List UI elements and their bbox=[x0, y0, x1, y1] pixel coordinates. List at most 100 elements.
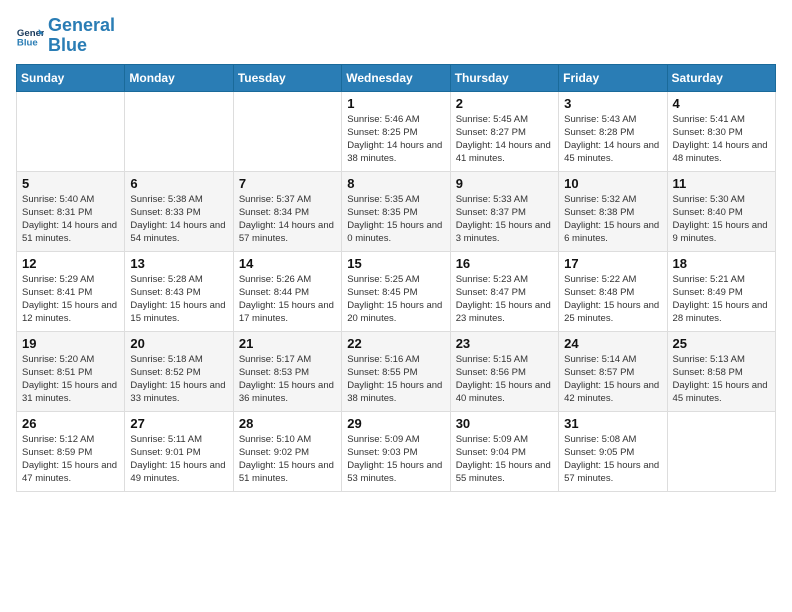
calendar-cell: 8Sunrise: 5:35 AM Sunset: 8:35 PM Daylig… bbox=[342, 171, 450, 251]
cell-info: Sunrise: 5:26 AM Sunset: 8:44 PM Dayligh… bbox=[239, 273, 336, 326]
calendar-cell: 9 Sunrise: 5:33 AM Sunset: 8:37 PM Daylig… bbox=[450, 171, 558, 251]
calendar-cell: 6 Sunrise: 5:38 AM Sunset: 8:33 PM Daylig… bbox=[125, 171, 233, 251]
calendar-week-row: 26 Sunrise: 5:12 AM Sunset: 8:59 PM Dayli… bbox=[17, 411, 776, 491]
calendar-cell: 27 Sunrise: 5:11 AM Sunset: 9:01 PM Dayli… bbox=[125, 411, 233, 491]
day-number: 19 bbox=[22, 336, 119, 351]
calendar-cell: 7 Sunrise: 5:37 AM Sunset: 8:34 PM Daylig… bbox=[233, 171, 341, 251]
calendar-cell: 4 Sunrise: 5:41 AM Sunset: 8:30 PM Daylig… bbox=[667, 91, 775, 171]
calendar-cell bbox=[17, 91, 125, 171]
calendar-cell: 23Sunrise: 5:15 AM Sunset: 8:56 PM Dayli… bbox=[450, 331, 558, 411]
cell-info: Sunrise: 5:37 AM Sunset: 8:34 PM Dayligh… bbox=[239, 193, 336, 246]
calendar-header-row: SundayMondayTuesdayWednesdayThursdayFrid… bbox=[17, 64, 776, 91]
day-number: 5 bbox=[22, 176, 119, 191]
calendar-cell: 24Sunrise: 5:14 AM Sunset: 8:57 PM Dayli… bbox=[559, 331, 667, 411]
calendar-cell: 5 Sunrise: 5:40 AM Sunset: 8:31 PM Daylig… bbox=[17, 171, 125, 251]
cell-info: Sunrise: 5:08 AM Sunset: 9:05 PM Dayligh… bbox=[564, 433, 661, 486]
day-number: 15 bbox=[347, 256, 444, 271]
day-number: 20 bbox=[130, 336, 227, 351]
calendar-week-row: 12 Sunrise: 5:29 AM Sunset: 8:41 PM Dayli… bbox=[17, 251, 776, 331]
calendar-cell: 19 Sunrise: 5:20 AM Sunset: 8:51 PM Dayli… bbox=[17, 331, 125, 411]
day-number: 7 bbox=[239, 176, 336, 191]
calendar-cell: 13 Sunrise: 5:28 AM Sunset: 8:43 PM Dayli… bbox=[125, 251, 233, 331]
cell-info: Sunrise: 5:21 AM Sunset: 8:49 PM Dayligh… bbox=[673, 273, 770, 326]
day-number: 27 bbox=[130, 416, 227, 431]
calendar-cell: 18 Sunrise: 5:21 AM Sunset: 8:49 PM Dayli… bbox=[667, 251, 775, 331]
weekday-header: Sunday bbox=[17, 64, 125, 91]
cell-info: Sunrise: 5:10 AM Sunset: 9:02 PM Dayligh… bbox=[239, 433, 336, 486]
day-number: 16 bbox=[456, 256, 553, 271]
cell-info: Sunrise: 5:20 AM Sunset: 8:51 PM Dayligh… bbox=[22, 353, 119, 406]
cell-info: Sunrise: 5:41 AM Sunset: 8:30 PM Dayligh… bbox=[673, 113, 770, 166]
day-number: 14 bbox=[239, 256, 336, 271]
calendar-cell: 1 Sunrise: 5:46 AM Sunset: 8:25 PM Daylig… bbox=[342, 91, 450, 171]
cell-info: Sunrise: 5:09 AM Sunset: 9:03 PM Dayligh… bbox=[347, 433, 444, 486]
calendar-cell: 3 Sunrise: 5:43 AM Sunset: 8:28 PM Daylig… bbox=[559, 91, 667, 171]
day-number: 9 bbox=[456, 176, 553, 191]
cell-info: Sunrise: 5:28 AM Sunset: 8:43 PM Dayligh… bbox=[130, 273, 227, 326]
day-number: 23 bbox=[456, 336, 553, 351]
day-number: 11 bbox=[673, 176, 770, 191]
cell-info: Sunrise: 5:22 AM Sunset: 8:48 PM Dayligh… bbox=[564, 273, 661, 326]
cell-info: Sunrise: 5:13 AM Sunset: 8:58 PM Dayligh… bbox=[673, 353, 770, 406]
day-number: 2 bbox=[456, 96, 553, 111]
cell-info: Sunrise: 5:33 AM Sunset: 8:37 PM Dayligh… bbox=[456, 193, 553, 246]
cell-info: Sunrise: 5:40 AM Sunset: 8:31 PM Dayligh… bbox=[22, 193, 119, 246]
day-number: 6 bbox=[130, 176, 227, 191]
calendar-cell: 28 Sunrise: 5:10 AM Sunset: 9:02 PM Dayli… bbox=[233, 411, 341, 491]
calendar-week-row: 1 Sunrise: 5:46 AM Sunset: 8:25 PM Daylig… bbox=[17, 91, 776, 171]
cell-info: Sunrise: 5:32 AM Sunset: 8:38 PM Dayligh… bbox=[564, 193, 661, 246]
cell-info: Sunrise: 5:12 AM Sunset: 8:59 PM Dayligh… bbox=[22, 433, 119, 486]
day-number: 13 bbox=[130, 256, 227, 271]
calendar-cell: 29Sunrise: 5:09 AM Sunset: 9:03 PM Dayli… bbox=[342, 411, 450, 491]
cell-info: Sunrise: 5:25 AM Sunset: 8:45 PM Dayligh… bbox=[347, 273, 444, 326]
svg-text:Blue: Blue bbox=[17, 37, 38, 48]
day-number: 31 bbox=[564, 416, 661, 431]
cell-info: Sunrise: 5:43 AM Sunset: 8:28 PM Dayligh… bbox=[564, 113, 661, 166]
weekday-header: Saturday bbox=[667, 64, 775, 91]
day-number: 18 bbox=[673, 256, 770, 271]
logo-general: General bbox=[48, 16, 115, 36]
cell-info: Sunrise: 5:46 AM Sunset: 8:25 PM Dayligh… bbox=[347, 113, 444, 166]
cell-info: Sunrise: 5:14 AM Sunset: 8:57 PM Dayligh… bbox=[564, 353, 661, 406]
calendar-cell: 30 Sunrise: 5:09 AM Sunset: 9:04 PM Dayli… bbox=[450, 411, 558, 491]
day-number: 26 bbox=[22, 416, 119, 431]
calendar-table: SundayMondayTuesdayWednesdayThursdayFrid… bbox=[16, 64, 776, 492]
calendar-week-row: 19 Sunrise: 5:20 AM Sunset: 8:51 PM Dayli… bbox=[17, 331, 776, 411]
calendar-cell bbox=[233, 91, 341, 171]
calendar-cell: 31 Sunrise: 5:08 AM Sunset: 9:05 PM Dayli… bbox=[559, 411, 667, 491]
calendar-cell: 16 Sunrise: 5:23 AM Sunset: 8:47 PM Dayli… bbox=[450, 251, 558, 331]
calendar-cell: 11Sunrise: 5:30 AM Sunset: 8:40 PM Dayli… bbox=[667, 171, 775, 251]
weekday-header: Monday bbox=[125, 64, 233, 91]
cell-info: Sunrise: 5:29 AM Sunset: 8:41 PM Dayligh… bbox=[22, 273, 119, 326]
cell-info: Sunrise: 5:11 AM Sunset: 9:01 PM Dayligh… bbox=[130, 433, 227, 486]
calendar-cell: 17 Sunrise: 5:22 AM Sunset: 8:48 PM Dayli… bbox=[559, 251, 667, 331]
calendar-cell: 15 Sunrise: 5:25 AM Sunset: 8:45 PM Dayli… bbox=[342, 251, 450, 331]
day-number: 4 bbox=[673, 96, 770, 111]
cell-info: Sunrise: 5:09 AM Sunset: 9:04 PM Dayligh… bbox=[456, 433, 553, 486]
cell-info: Sunrise: 5:16 AM Sunset: 8:55 PM Dayligh… bbox=[347, 353, 444, 406]
calendar-body: 1 Sunrise: 5:46 AM Sunset: 8:25 PM Daylig… bbox=[17, 91, 776, 491]
calendar-cell: 2 Sunrise: 5:45 AM Sunset: 8:27 PM Daylig… bbox=[450, 91, 558, 171]
calendar-cell: 12 Sunrise: 5:29 AM Sunset: 8:41 PM Dayli… bbox=[17, 251, 125, 331]
logo: General Blue General Blue bbox=[16, 16, 115, 56]
cell-info: Sunrise: 5:45 AM Sunset: 8:27 PM Dayligh… bbox=[456, 113, 553, 166]
calendar-cell: 14 Sunrise: 5:26 AM Sunset: 8:44 PM Dayli… bbox=[233, 251, 341, 331]
cell-info: Sunrise: 5:38 AM Sunset: 8:33 PM Dayligh… bbox=[130, 193, 227, 246]
weekday-header: Thursday bbox=[450, 64, 558, 91]
calendar-cell: 26 Sunrise: 5:12 AM Sunset: 8:59 PM Dayli… bbox=[17, 411, 125, 491]
day-number: 25 bbox=[673, 336, 770, 351]
day-number: 21 bbox=[239, 336, 336, 351]
calendar-cell: 21Sunrise: 5:17 AM Sunset: 8:53 PM Dayli… bbox=[233, 331, 341, 411]
day-number: 22 bbox=[347, 336, 444, 351]
day-number: 3 bbox=[564, 96, 661, 111]
calendar-cell bbox=[667, 411, 775, 491]
day-number: 30 bbox=[456, 416, 553, 431]
day-number: 8 bbox=[347, 176, 444, 191]
calendar-cell: 20Sunrise: 5:18 AM Sunset: 8:52 PM Dayli… bbox=[125, 331, 233, 411]
day-number: 1 bbox=[347, 96, 444, 111]
cell-info: Sunrise: 5:23 AM Sunset: 8:47 PM Dayligh… bbox=[456, 273, 553, 326]
day-number: 28 bbox=[239, 416, 336, 431]
logo-blue: Blue bbox=[48, 36, 115, 56]
day-number: 17 bbox=[564, 256, 661, 271]
day-number: 12 bbox=[22, 256, 119, 271]
